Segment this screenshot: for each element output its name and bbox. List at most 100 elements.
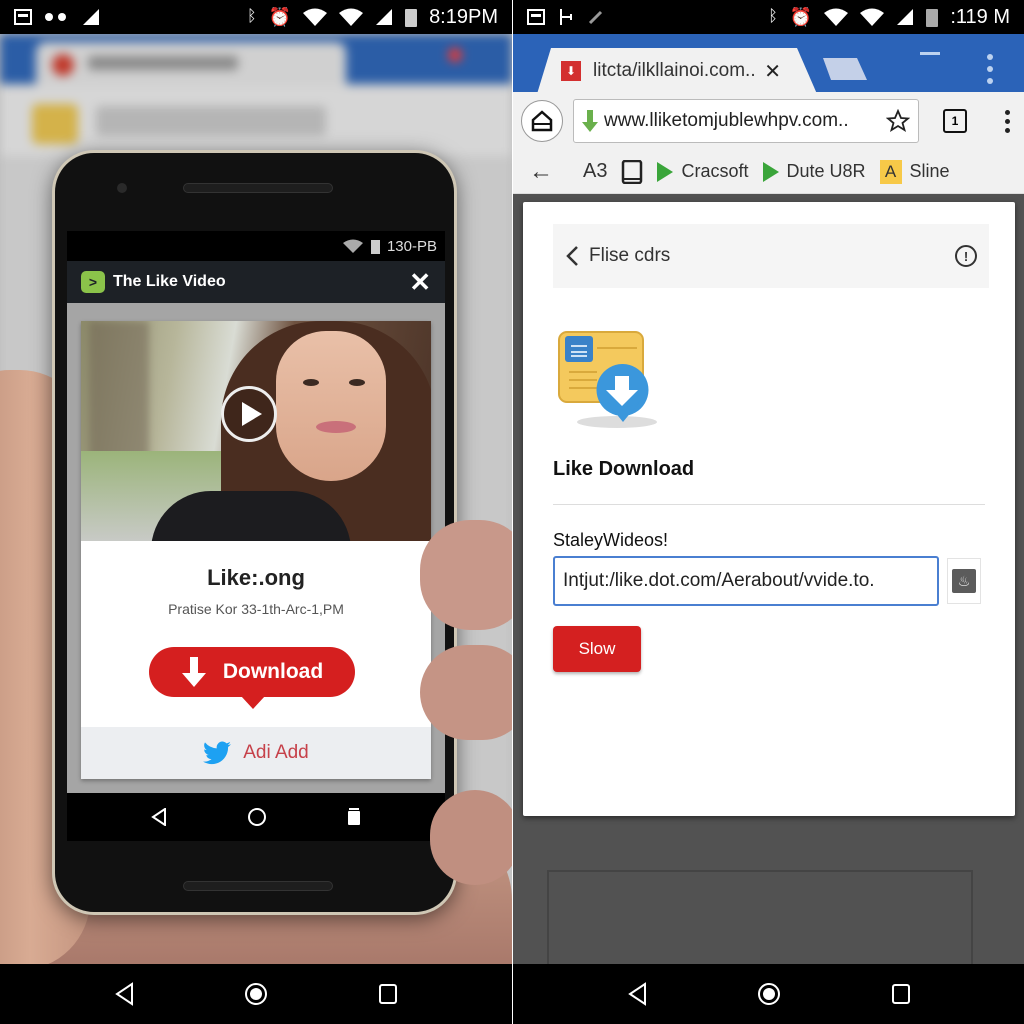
recents-icon[interactable]	[378, 983, 398, 1005]
blurred-address-text	[96, 106, 326, 136]
phone-screen: 130-PB > The Like Video ✕ Like:.ong Prat…	[67, 231, 445, 841]
alarm-icon: ⏰	[268, 6, 292, 27]
paste-button[interactable]: ♨	[947, 558, 981, 604]
share-row[interactable]: Adi Add	[81, 727, 431, 779]
download-arrow-icon	[181, 657, 206, 687]
wifi-icon	[303, 8, 328, 26]
signal-icon	[370, 240, 380, 254]
twitter-bird-icon	[203, 741, 232, 765]
app-logo-icon: >	[81, 271, 105, 293]
left-screenshot: 130-PB > The Like Video ✕ Like:.ong Prat…	[0, 0, 512, 1024]
video-thumbnail[interactable]	[81, 321, 431, 541]
blurred-tab-title	[88, 56, 238, 70]
hand-finger	[430, 790, 512, 885]
video-title: Like:.ong	[207, 565, 305, 590]
divider	[512, 0, 513, 1024]
download-label: Download	[222, 660, 324, 683]
bookmark-sline[interactable]: A Sline	[879, 159, 950, 184]
signal-icon	[376, 9, 393, 25]
thumbnail-person-face	[276, 331, 386, 481]
panel-header[interactable]: Flise cdrs !	[553, 224, 989, 288]
wifi-icon	[342, 239, 363, 253]
panel-back-label: Flise cdrs	[589, 245, 671, 266]
dots-icon	[45, 13, 66, 21]
paste-icon: ♨	[952, 569, 976, 593]
back-icon[interactable]	[114, 982, 134, 1006]
file-download-icon	[558, 331, 657, 428]
home-button[interactable]	[521, 100, 563, 142]
hand-finger	[420, 520, 512, 630]
phone-status-text: 130-PB	[386, 237, 437, 255]
hand-finger	[420, 645, 512, 740]
thumbnail-eye	[349, 379, 365, 386]
system-nav-bar	[0, 964, 512, 1024]
home-icon[interactable]	[247, 807, 267, 827]
browser-tab-bar: ⬇ litcta/ilkllainoi.com.. ✕	[513, 34, 1024, 94]
app-body: Like:.ong Pratise Kor 33-1th-Arc-1,PM Do…	[67, 303, 445, 803]
share-label: Adi Add	[243, 742, 309, 763]
video-url-input[interactable]	[553, 556, 939, 606]
play-triangle-icon	[762, 161, 779, 182]
url-field-label: StaleyWideos!	[553, 530, 669, 550]
thumbnail-tree	[89, 321, 149, 461]
address-url: www.lliketomjublewhpv.com..	[604, 110, 849, 131]
bookmark-dute[interactable]: Dute U8R	[762, 161, 866, 182]
tabbar-menu-icon[interactable]	[987, 54, 993, 84]
new-tab-button[interactable]	[823, 58, 867, 80]
recents-icon[interactable]	[347, 808, 361, 826]
panel-title: Like Download	[553, 458, 695, 480]
download-button[interactable]: Download	[149, 647, 355, 709]
a-badge-icon: A	[879, 159, 902, 184]
status-time: 8:19PM	[429, 5, 498, 28]
status-bar: ᛒ ⏰ :119 M	[513, 0, 1024, 34]
bookmark-a3[interactable]: A3	[583, 160, 607, 183]
home-icon[interactable]	[244, 982, 268, 1006]
address-bar[interactable]: www.lliketomjublewhpv.com..	[573, 99, 919, 143]
phone-nav-bar	[67, 793, 445, 841]
star-icon[interactable]	[886, 109, 910, 133]
back-icon[interactable]	[151, 808, 167, 826]
blurred-app-icon	[32, 104, 78, 144]
phone-status-bar: 130-PB	[67, 231, 445, 261]
back-icon[interactable]	[627, 982, 647, 1006]
video-subtitle: Pratise Kor 33-1th-Arc-1,PM	[168, 601, 344, 617]
tab-close-icon[interactable]: ✕	[764, 59, 781, 84]
back-arrow-icon[interactable]: ←	[529, 158, 553, 186]
close-icon[interactable]: ✕	[409, 269, 431, 295]
submit-button[interactable]: Slow	[553, 626, 641, 672]
home-icon[interactable]	[757, 982, 781, 1006]
browser-toolbar: www.lliketomjublewhpv.com.. 1	[513, 92, 1024, 150]
video-card: Like:.ong Pratise Kor 33-1th-Arc-1,PM Do…	[81, 321, 431, 779]
bookmark-cracsoft[interactable]: Cracsoft	[657, 161, 749, 182]
bookmark-label: Cracsoft	[681, 161, 749, 181]
usb-icon	[560, 9, 572, 25]
wifi-icon	[824, 8, 849, 26]
download-secure-icon	[582, 110, 598, 132]
bluetooth-icon: ᛒ	[768, 8, 778, 25]
divider	[553, 504, 985, 505]
bookmark-label: Dute U8R	[786, 161, 866, 181]
house-icon	[531, 110, 553, 132]
front-camera	[117, 183, 127, 193]
tablet-icon[interactable]	[621, 159, 643, 184]
bookmarks-bar: ← A3 Cracsoft Dute U8R A Sline	[513, 150, 1024, 194]
browser-menu-icon[interactable]	[1005, 109, 1010, 133]
signal-icon	[83, 9, 99, 25]
tab-title: litcta/ilkllainoi.com..	[593, 60, 756, 81]
blurred-notification-dot	[448, 48, 462, 62]
minimize-icon[interactable]	[920, 52, 940, 55]
alarm-icon: ⏰	[789, 6, 813, 27]
app-title: The Like Video	[113, 273, 226, 290]
recents-icon[interactable]	[891, 983, 911, 1005]
battery-icon	[926, 9, 939, 27]
play-icon[interactable]	[221, 386, 277, 442]
edit-icon	[588, 10, 603, 25]
info-icon[interactable]: !	[955, 245, 977, 267]
screenshot-icon	[527, 9, 545, 25]
bookmark-label: Sline	[909, 161, 950, 181]
browser-tab[interactable]: ⬇ litcta/ilkllainoi.com.. ✕	[537, 48, 817, 94]
page-content: Flise cdrs ! Like Download StaleyWideos!…	[513, 194, 1024, 990]
wifi-icon	[860, 8, 885, 26]
tab-switcher-button[interactable]: 1	[943, 109, 967, 133]
chevron-left-icon[interactable]	[565, 245, 579, 267]
